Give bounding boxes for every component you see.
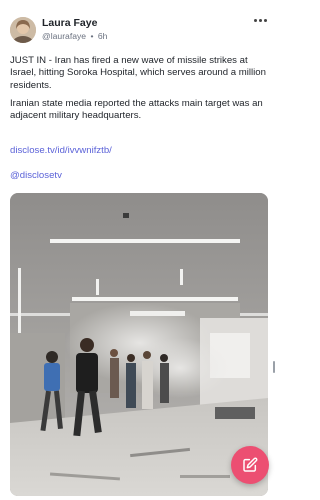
author-name[interactable]: Laura Faye (42, 17, 97, 29)
scrollbar-thumb[interactable] (273, 361, 275, 373)
more-horizontal-icon (253, 18, 257, 22)
post-text-paragraph-1: JUST IN - Iran has fired a new wave of m… (10, 55, 266, 91)
more-options-button[interactable] (250, 14, 270, 26)
compose-button[interactable] (231, 446, 269, 484)
post-link[interactable]: disclose.tv/id/ivvwnifztb/ (10, 145, 112, 157)
post-mention[interactable]: @disclosetv (10, 170, 62, 182)
author-handle[interactable]: @laurafaye (42, 31, 86, 41)
post-time: 6h (97, 31, 108, 41)
post-video-image[interactable] (10, 193, 268, 496)
avatar[interactable] (10, 17, 36, 43)
author-meta: @laurafaye • 6h (42, 31, 107, 41)
edit-icon (243, 457, 258, 472)
post-card: Laura Faye @laurafaye • 6h JUST IN - Ira… (0, 0, 278, 500)
meta-separator: • (90, 31, 94, 41)
post-text-paragraph-2: Iranian state media reported the attacks… (10, 98, 263, 122)
